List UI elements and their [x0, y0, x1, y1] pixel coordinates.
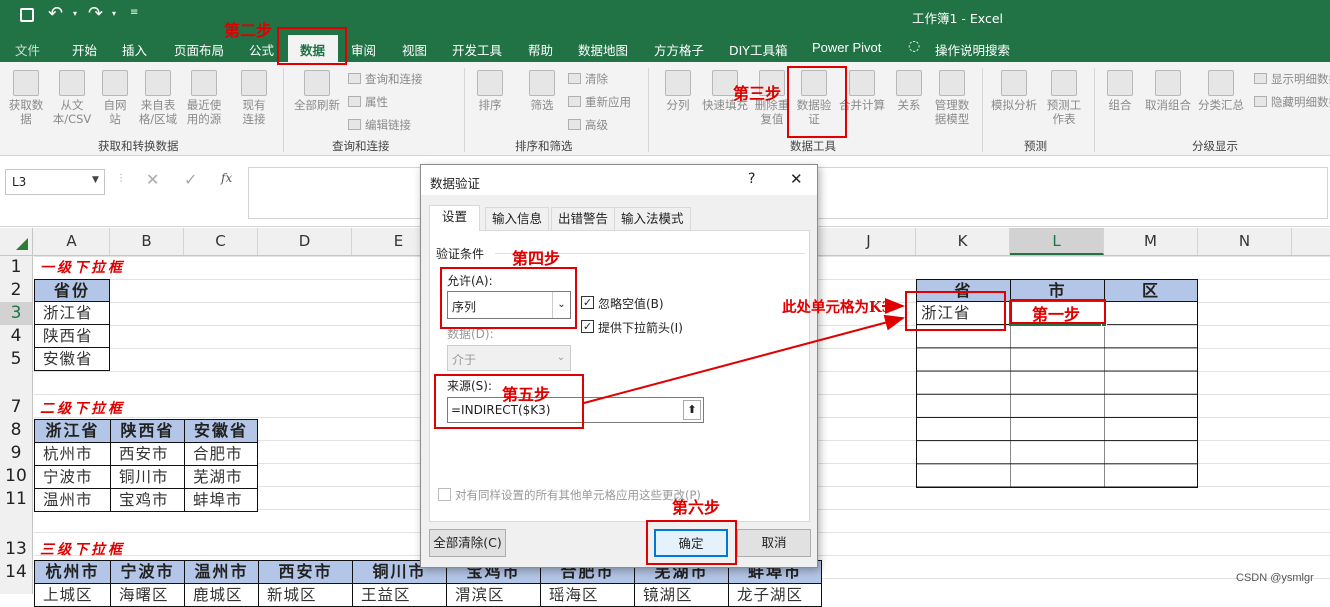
watermark: CSDN @ysmlgr	[1236, 572, 1314, 584]
annotation-arrows	[583, 298, 905, 404]
arrow-source-to-k3	[583, 314, 905, 404]
